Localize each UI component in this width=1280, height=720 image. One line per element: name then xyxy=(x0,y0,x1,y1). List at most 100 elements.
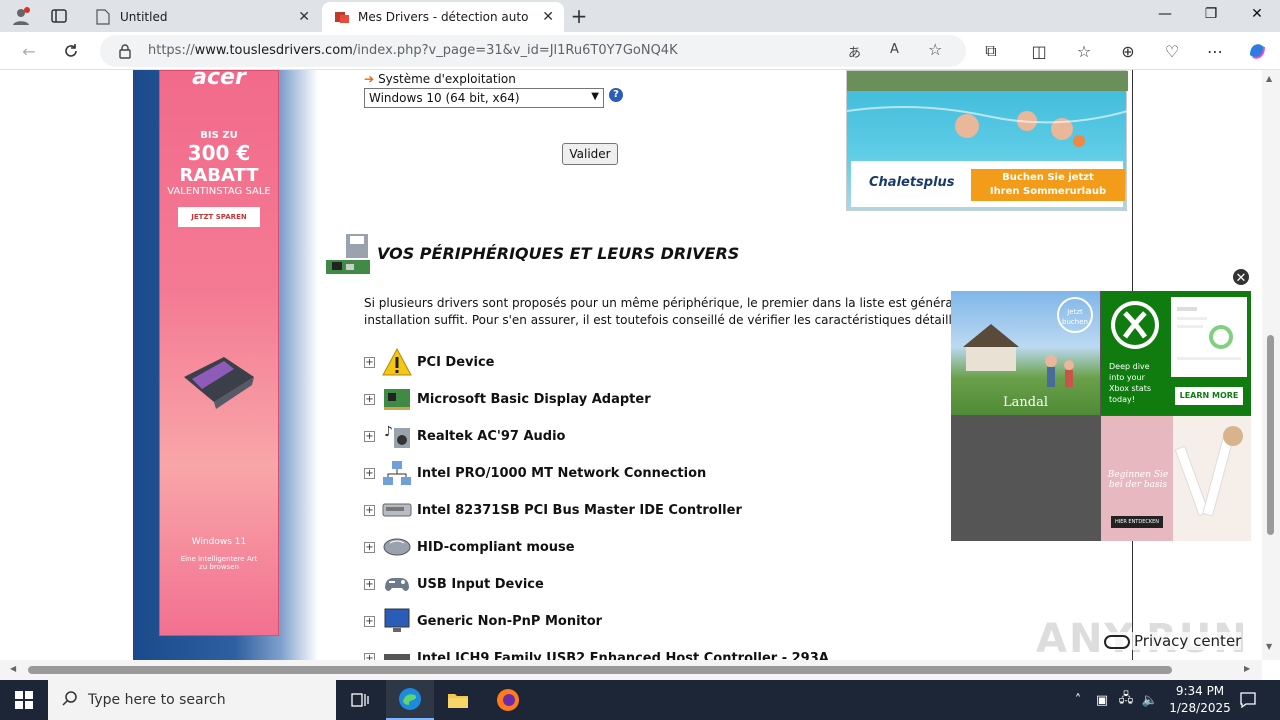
floating-ad[interactable]: Jetzt buchen Landal Deep dive into your … xyxy=(951,291,1251,541)
tab-label: Untitled xyxy=(120,10,168,24)
clock-time: 9:34 PM xyxy=(1175,684,1225,698)
vertical-scrollbar[interactable]: ▲ ▼ xyxy=(1262,70,1280,660)
list-item[interactable]: + Generic Non-PnP Monitor xyxy=(364,606,602,636)
tab-label: Mes Drivers - détection automati xyxy=(358,10,528,24)
list-item[interactable]: + Intel ICH9 Family USB2 Enhanced Host C… xyxy=(364,643,829,660)
intro-text: Si plusieurs drivers sont proposés pour … xyxy=(364,296,964,310)
chalets-ad-banner[interactable]: Chaletsplus Buchen Sie jetzt Ihren Somme… xyxy=(846,70,1129,211)
profile-icon[interactable] xyxy=(8,4,34,28)
new-tab-button[interactable]: + xyxy=(566,4,592,28)
acer-ad-banner[interactable]: acer BIS ZU 300 € RABATT VALENTINSTAG SA… xyxy=(159,70,279,636)
list-item[interactable]: + Microsoft Basic Display Adapter xyxy=(364,384,651,414)
pool-image xyxy=(846,71,1129,147)
file-explorer-icon[interactable] xyxy=(434,680,482,720)
split-screen-icon[interactable]: ◫ xyxy=(1026,39,1052,63)
expand-icon[interactable]: + xyxy=(364,504,375,516)
help-icon[interactable]: ? xyxy=(609,88,623,102)
url-text: https://www.touslesdrivers.com/index.php… xyxy=(148,43,678,58)
edge-taskbar-icon[interactable] xyxy=(386,680,434,720)
valider-button[interactable]: Valider xyxy=(562,143,618,165)
horizontal-scroll-thumb[interactable] xyxy=(28,666,1172,674)
close-ad-button[interactable]: ✕ xyxy=(1231,267,1251,287)
scroll-left-icon[interactable]: ◀ xyxy=(10,664,16,673)
close-tab-icon[interactable]: ✕ xyxy=(298,9,310,25)
browser-essentials-icon[interactable]: ♡ xyxy=(1159,39,1185,63)
system-clock[interactable]: 9:34 PM 1/28/2025 xyxy=(1160,683,1240,717)
list-item[interactable]: + USB Input Device xyxy=(364,569,544,599)
list-item[interactable]: + PCI Device xyxy=(364,347,495,377)
chalets-cta[interactable]: Buchen Sie jetzt Ihren Sommerurlaub xyxy=(971,169,1125,201)
section-title: VOS PÉRIPHÉRIQUES ET LEURS DRIVERS xyxy=(377,244,740,263)
list-item[interactable]: + ♪ Realtek AC'97 Audio xyxy=(364,421,565,451)
acer-cta-button[interactable]: JETZT SPAREN xyxy=(178,207,260,227)
plus-icon: + xyxy=(570,4,588,28)
url-path: /index.php?v_page=31&v_id=Jl1Ru6T0Y7GoNQ… xyxy=(352,43,678,58)
volume-icon[interactable]: 🔈 xyxy=(1140,690,1160,710)
tab-bar: Untitled ✕ Mes Drivers - détection autom… xyxy=(0,0,1280,32)
display-card-icon xyxy=(381,384,413,414)
expand-icon[interactable]: + xyxy=(364,393,375,405)
favorites-icon[interactable]: ☆ xyxy=(1071,39,1097,63)
scroll-right-icon[interactable]: ▶ xyxy=(1244,664,1250,673)
chalets-footer: Chaletsplus Buchen Sie jetzt Ihren Somme… xyxy=(851,161,1125,207)
tab-untitled[interactable]: Untitled ✕ xyxy=(84,2,320,32)
show-hidden-icons-icon[interactable]: ˄ xyxy=(1068,690,1088,710)
hardware-icon xyxy=(326,234,372,278)
extensions-icon[interactable]: ⧉ xyxy=(978,39,1004,63)
expand-icon[interactable]: + xyxy=(364,652,375,660)
address-bar[interactable]: https://www.touslesdrivers.com/index.php… xyxy=(100,35,966,67)
beauty-cta-button[interactable]: HIER ENTDECKEN xyxy=(1111,516,1163,528)
expand-icon[interactable]: + xyxy=(364,356,375,368)
notifications-icon[interactable] xyxy=(1238,690,1258,710)
expand-icon[interactable]: + xyxy=(364,615,375,627)
list-item[interactable]: + HID-compliant mouse xyxy=(364,532,575,562)
favorite-star-icon[interactable]: ☆ xyxy=(928,40,942,59)
expand-icon[interactable]: + xyxy=(364,578,375,590)
list-item[interactable]: + Intel 82371SB PCI Bus Master IDE Contr… xyxy=(364,495,742,525)
minimize-button[interactable]: — xyxy=(1150,6,1180,26)
expand-icon[interactable]: + xyxy=(364,541,375,553)
beauty-ad[interactable]: Beginnen Sie bei der basis HIER ENTDECKE… xyxy=(1101,416,1251,541)
back-button[interactable]: ← xyxy=(16,39,42,63)
beauty-text: Beginnen Sie bei der basis xyxy=(1107,470,1169,490)
expand-icon[interactable]: + xyxy=(364,467,375,479)
acer-logo: acer xyxy=(192,70,246,90)
maximize-button[interactable]: ❐ xyxy=(1196,6,1226,26)
translate-icon[interactable]: あ xyxy=(848,42,861,61)
device-name: HID-compliant mouse xyxy=(417,539,575,555)
landal-ad[interactable]: Jetzt buchen Landal xyxy=(951,291,1100,415)
windows-logo-icon xyxy=(15,691,33,709)
refresh-button[interactable] xyxy=(58,39,84,63)
lock-icon[interactable] xyxy=(118,43,132,62)
device-tray-icon[interactable]: ▣ xyxy=(1092,690,1112,710)
collections-icon[interactable]: ⊕ xyxy=(1115,39,1141,63)
clock-date: 1/28/2025 xyxy=(1169,701,1231,715)
firefox-icon[interactable] xyxy=(484,680,532,720)
vertical-scroll-thumb[interactable] xyxy=(1267,335,1274,535)
os-label-text: Système d'exploitation xyxy=(378,72,516,86)
close-window-button[interactable]: ✕ xyxy=(1242,6,1272,26)
tab-mes-drivers[interactable]: Mes Drivers - détection automati ✕ xyxy=(322,2,564,32)
search-placeholder: Type here to search xyxy=(88,692,226,708)
device-name: Microsoft Basic Display Adapter xyxy=(417,391,651,407)
network-tray-icon[interactable]: 🖧 xyxy=(1116,690,1136,710)
privacy-center-button[interactable]: Privacy center xyxy=(1104,632,1242,650)
read-aloud-icon[interactable]: A xyxy=(890,42,899,57)
os-select[interactable]: Windows 10 (64 bit, x64) ▼ xyxy=(364,88,604,108)
xbox-cta-button[interactable]: LEARN MORE xyxy=(1175,387,1243,405)
start-button[interactable] xyxy=(0,680,48,720)
expand-icon[interactable]: + xyxy=(364,430,375,442)
scroll-up-icon[interactable]: ▲ xyxy=(1266,74,1272,83)
close-tab-icon[interactable]: ✕ xyxy=(542,9,554,25)
tab-actions-icon[interactable] xyxy=(46,4,72,28)
task-view-icon[interactable] xyxy=(336,680,384,720)
page-viewport: acer BIS ZU 300 € RABATT VALENTINSTAG SA… xyxy=(0,70,1262,660)
audio-speaker-icon: ♪ xyxy=(381,421,413,451)
xbox-ad[interactable]: Deep dive into your Xbox stats today! LE… xyxy=(1101,291,1251,415)
scroll-down-icon[interactable]: ▼ xyxy=(1266,642,1272,651)
horizontal-scrollbar[interactable]: ◀ ▶ xyxy=(0,660,1262,680)
copilot-icon[interactable] xyxy=(1244,39,1270,63)
more-menu-icon[interactable]: ⋯ xyxy=(1202,39,1228,63)
list-item[interactable]: + Intel PRO/1000 MT Network Connection xyxy=(364,458,706,488)
taskbar-search[interactable]: Type here to search xyxy=(48,680,336,720)
